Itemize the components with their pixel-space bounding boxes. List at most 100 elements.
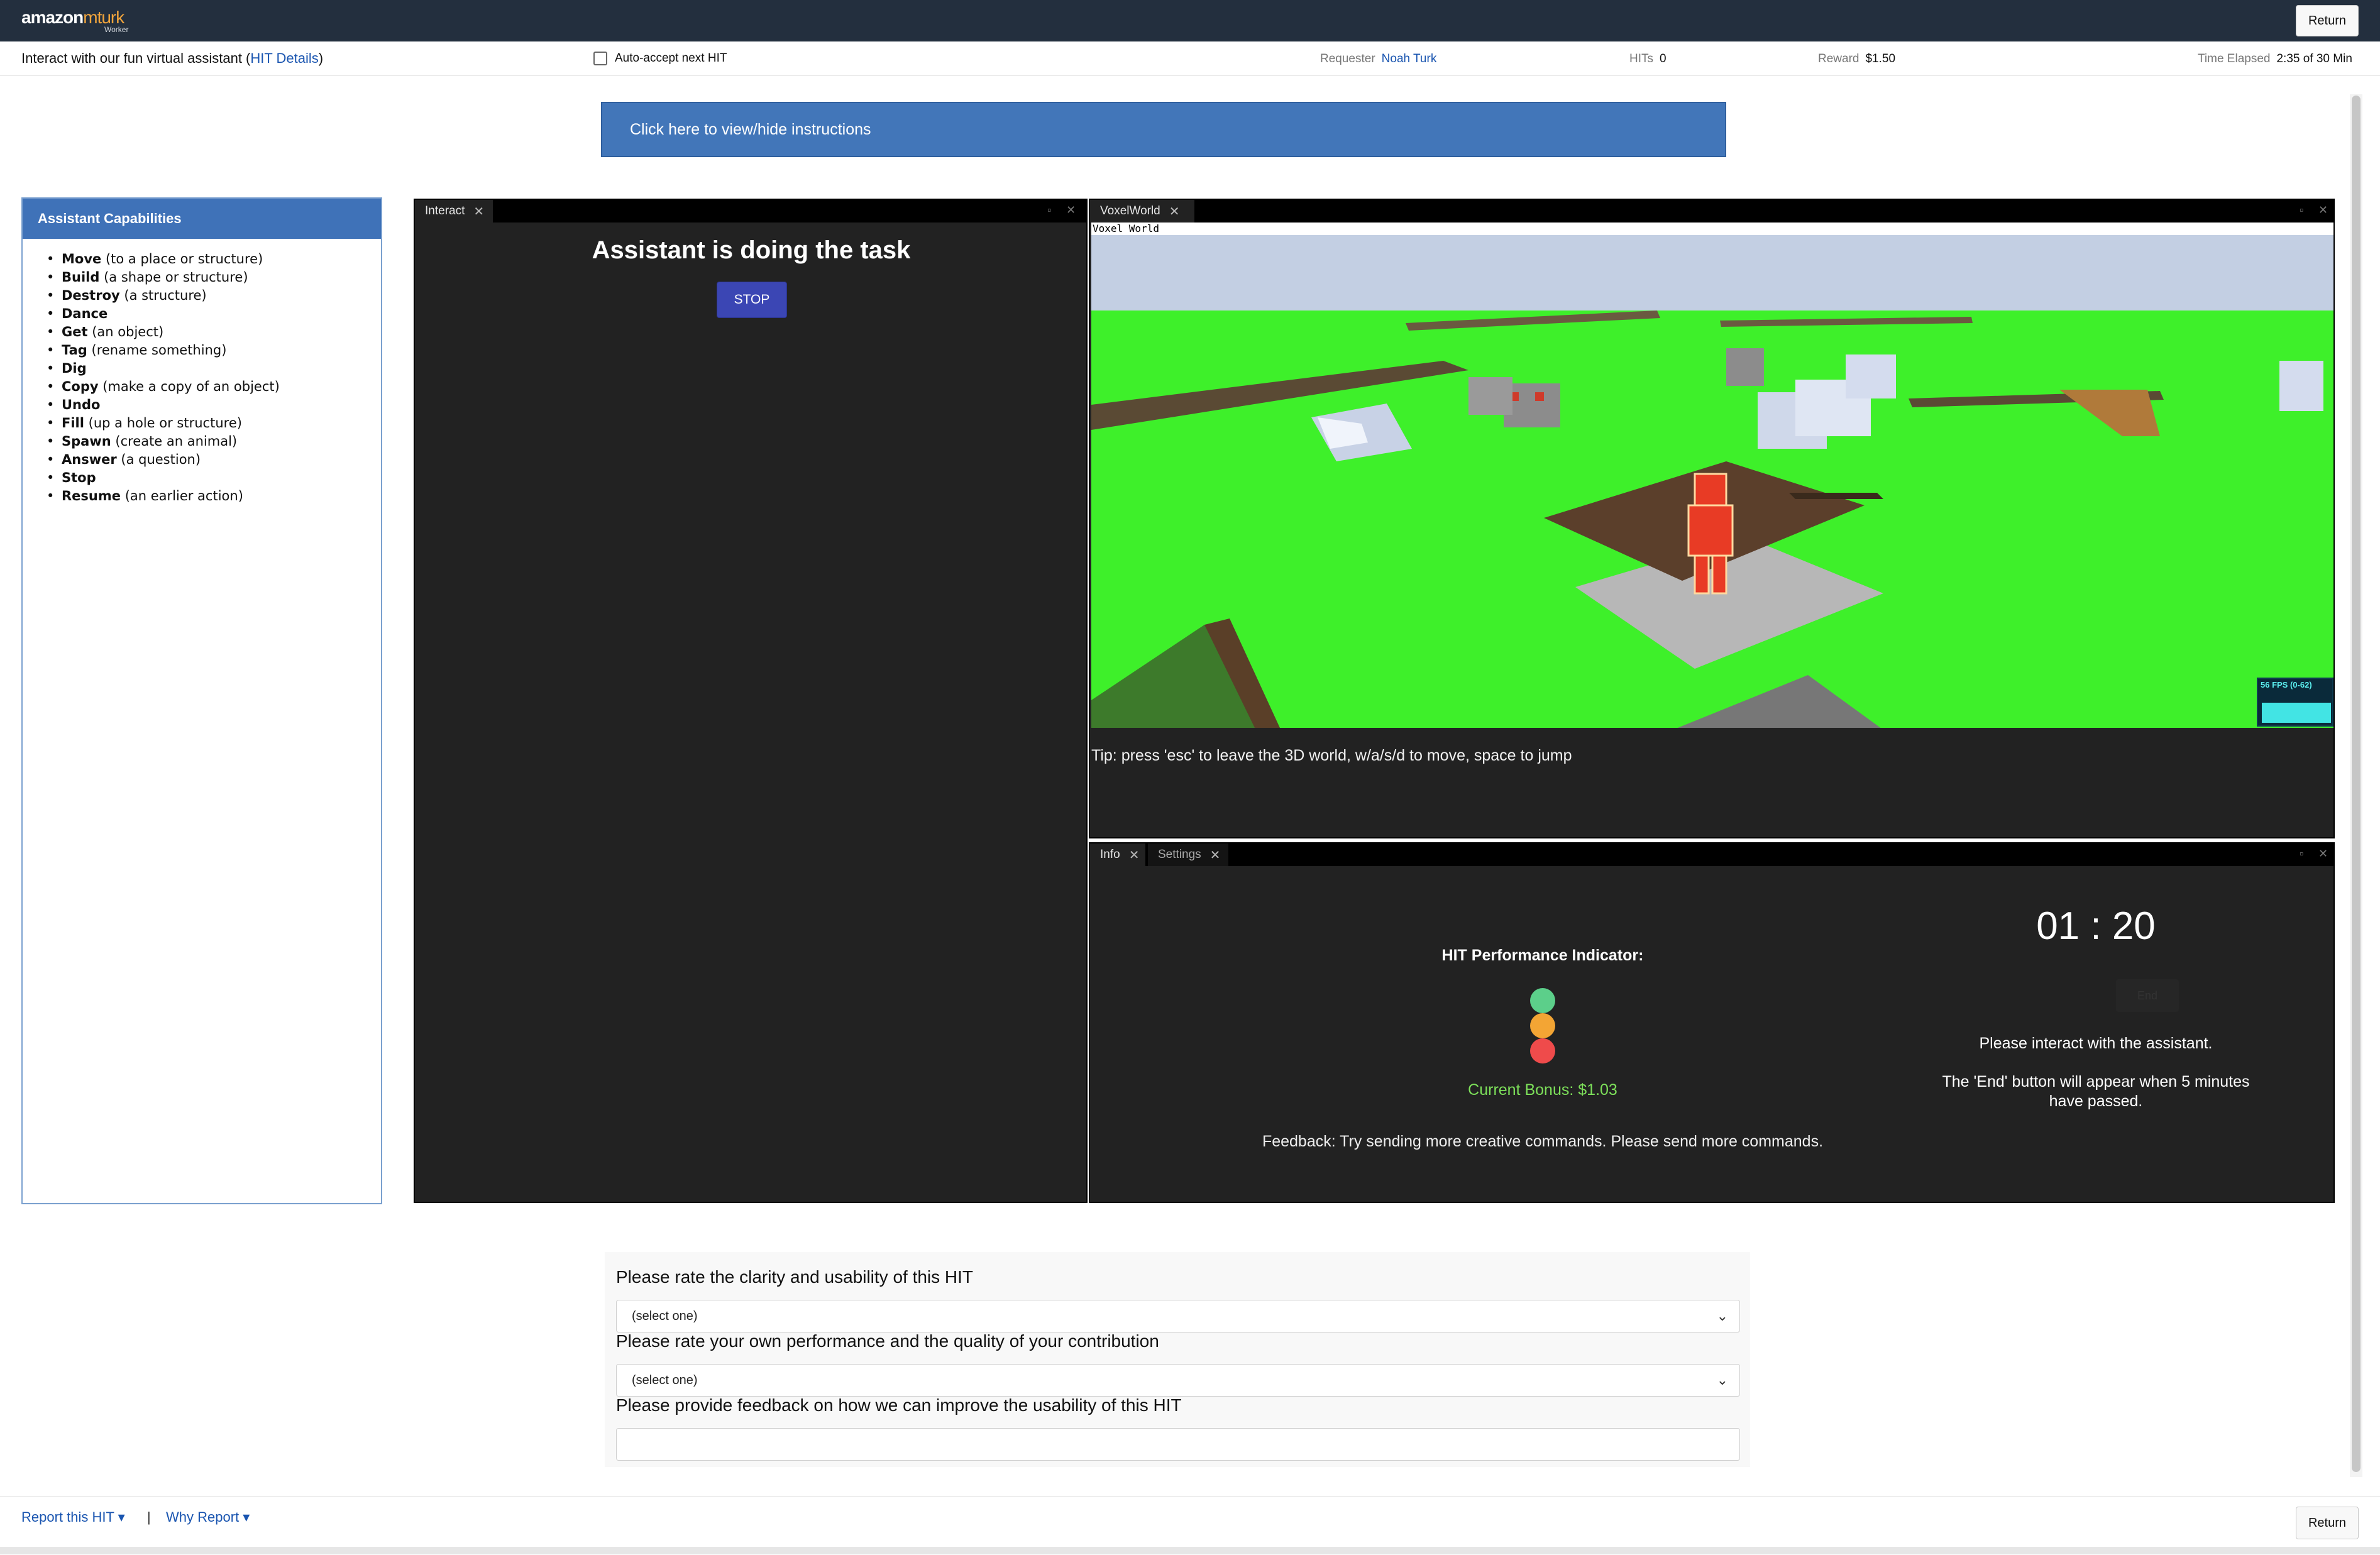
footer-separator: | bbox=[147, 1509, 151, 1525]
list-item: Stop bbox=[41, 469, 280, 487]
list-item: Copy (make a copy of an object) bbox=[41, 378, 280, 396]
countdown-timer: 01 : 20 bbox=[2036, 904, 2156, 948]
tab-voxelworld[interactable]: VoxelWorld ✕ bbox=[1090, 200, 1194, 223]
interact-tabstrip: Interact ✕ ▫ ✕ bbox=[415, 200, 1086, 223]
maximize-icon[interactable]: ▫ bbox=[1047, 204, 1051, 217]
survey-question-performance: Please rate your own performance and the… bbox=[616, 1331, 1159, 1351]
performance-rating-select[interactable]: (select one) ⌄ bbox=[616, 1364, 1740, 1397]
hit-title-text: Interact with our fun virtual assistant … bbox=[21, 50, 251, 66]
tab-info-label: Info bbox=[1100, 848, 1120, 861]
assistant-capabilities-panel: Assistant Capabilities Move (to a place … bbox=[21, 197, 382, 1204]
tab-interact-label: Interact bbox=[425, 204, 465, 217]
hits-value: 0 bbox=[1660, 52, 1667, 65]
reward-info: Reward $1.50 bbox=[1818, 52, 1895, 66]
chevron-down-icon: ⌄ bbox=[1716, 1308, 1728, 1324]
performance-rating-value: (select one) bbox=[632, 1373, 698, 1387]
voxel-world-canvas[interactable] bbox=[1091, 235, 2333, 728]
auto-accept-label: Auto-accept next HIT bbox=[615, 52, 727, 65]
close-icon[interactable]: ✕ bbox=[1210, 847, 1221, 863]
list-item: Destroy (a structure) bbox=[41, 287, 280, 305]
hit-details-link[interactable]: HIT Details bbox=[250, 50, 318, 66]
tab-interact[interactable]: Interact ✕ bbox=[415, 200, 493, 223]
tab-voxelworld-label: VoxelWorld bbox=[1100, 204, 1160, 217]
list-item: Resume (an earlier action) bbox=[41, 487, 280, 505]
tab-settings[interactable]: Settings ✕ bbox=[1148, 843, 1228, 866]
footer-bar: Report this HIT ▾ | Why Report ▾ Return bbox=[0, 1496, 2380, 1555]
list-item: Build (a shape or structure) bbox=[41, 268, 280, 287]
stop-button[interactable]: STOP bbox=[717, 282, 787, 318]
list-item: Move (to a place or structure) bbox=[41, 250, 280, 268]
report-hit-link[interactable]: Report this HIT ▾ bbox=[21, 1509, 125, 1525]
voxel-scene-svg bbox=[1091, 235, 2333, 728]
chevron-down-icon: ⌄ bbox=[1716, 1372, 1728, 1388]
requester-info: Requester Noah Turk bbox=[1320, 52, 1436, 66]
interact-message: Please interact with the assistant. bbox=[1979, 1035, 2213, 1052]
survey-question-feedback: Please provide feedback on how we can im… bbox=[616, 1395, 1182, 1415]
interact-panel: Interact ✕ ▫ ✕ Assistant is doing the tas… bbox=[414, 199, 1088, 1203]
close-icon[interactable]: ✕ bbox=[1129, 847, 1140, 863]
fps-label: 56 FPS (0-62) bbox=[2261, 680, 2312, 690]
indicator-green-light bbox=[1530, 988, 1555, 1013]
tab-settings-label: Settings bbox=[1158, 848, 1201, 861]
list-item: Dance bbox=[41, 305, 280, 323]
auto-accept-toggle[interactable]: Auto-accept next HIT bbox=[593, 52, 727, 65]
capabilities-list: Move (to a place or structure) Build (a … bbox=[41, 250, 280, 505]
traffic-light-indicator bbox=[1530, 988, 1555, 1063]
capabilities-header: Assistant Capabilities bbox=[23, 199, 381, 239]
return-button-bottom[interactable]: Return bbox=[2296, 1507, 2359, 1539]
hits-label: HITs bbox=[1629, 52, 1653, 65]
clarity-rating-select[interactable]: (select one) ⌄ bbox=[616, 1300, 1740, 1332]
return-button-top[interactable]: Return bbox=[2296, 5, 2359, 36]
voxel-world-panel: VoxelWorld ✕ ▫ ✕ Voxel World 56 FPS (0-6… bbox=[1089, 199, 2335, 838]
requester-label: Requester bbox=[1320, 52, 1375, 65]
list-item: Tag (rename something) bbox=[41, 341, 280, 360]
close-icon[interactable]: ✕ bbox=[2318, 847, 2328, 860]
survey-question-clarity: Please rate the clarity and usability of… bbox=[616, 1267, 974, 1287]
reward-value: $1.50 bbox=[1865, 52, 1896, 65]
end-button[interactable]: End bbox=[2116, 979, 2179, 1012]
feedback-input[interactable] bbox=[616, 1428, 1740, 1461]
info-panel: Info ✕ Settings ✕ ▫ ✕ HIT Performance Indi… bbox=[1089, 842, 2335, 1203]
hits-info: HITs 0 bbox=[1629, 52, 1667, 66]
voxel-canvas-label: Voxel World bbox=[1091, 223, 2333, 235]
fps-graph bbox=[2262, 703, 2331, 723]
list-item: Dig bbox=[41, 360, 280, 378]
close-icon[interactable]: ✕ bbox=[473, 204, 484, 219]
requester-link[interactable]: Noah Turk bbox=[1382, 52, 1437, 65]
bottom-edge bbox=[0, 1547, 2380, 1554]
close-icon[interactable]: ✕ bbox=[1066, 204, 1076, 217]
time-elapsed-label: Time Elapsed bbox=[2198, 52, 2271, 65]
list-item: Get (an object) bbox=[41, 323, 280, 341]
mturk-logo: amazonmturk Worker bbox=[21, 8, 128, 34]
end-button-note: The 'End' button will appear when 5 minu… bbox=[1942, 1073, 2250, 1110]
current-bonus: Current Bonus: $1.03 bbox=[1468, 1081, 1617, 1099]
indicator-red-light bbox=[1530, 1038, 1555, 1063]
logo-product: mturk bbox=[83, 8, 124, 27]
maximize-icon[interactable]: ▫ bbox=[2300, 847, 2303, 860]
why-report-link[interactable]: Why Report ▾ bbox=[166, 1509, 250, 1525]
list-item: Undo bbox=[41, 396, 280, 414]
hit-title-suffix: ) bbox=[318, 50, 324, 66]
time-elapsed-info: Time Elapsed 2:35 of 30 Min bbox=[2198, 52, 2352, 66]
survey-section: Please rate the clarity and usability of… bbox=[605, 1252, 1750, 1467]
scrollbar-thumb[interactable] bbox=[2352, 96, 2361, 1472]
fps-meter: 56 FPS (0-62) bbox=[2257, 678, 2333, 727]
top-navbar: amazonmturk Worker Return bbox=[0, 0, 2380, 41]
performance-indicator-title: HIT Performance Indicator: bbox=[1441, 947, 1644, 964]
indicator-orange-light bbox=[1530, 1013, 1555, 1038]
tab-info[interactable]: Info ✕ bbox=[1090, 843, 1145, 866]
close-icon[interactable]: ✕ bbox=[2318, 204, 2328, 217]
instructions-toggle-button[interactable]: Click here to view/hide instructions bbox=[601, 102, 1726, 157]
feedback-text: Feedback: Try sending more creative comm… bbox=[1262, 1133, 1824, 1150]
assistant-status-text: Assistant is doing the task bbox=[592, 236, 911, 264]
list-item: Spawn (create an animal) bbox=[41, 432, 280, 451]
clarity-rating-value: (select one) bbox=[632, 1309, 698, 1323]
close-icon[interactable]: ✕ bbox=[1169, 204, 1180, 219]
hit-info-bar: Interact with our fun virtual assistant … bbox=[0, 41, 2380, 76]
maximize-icon[interactable]: ▫ bbox=[2300, 204, 2303, 217]
hit-title: Interact with our fun virtual assistant … bbox=[21, 50, 323, 67]
auto-accept-checkbox[interactable] bbox=[593, 52, 607, 65]
logo-brand: amazon bbox=[21, 8, 84, 27]
logo-subtitle: Worker bbox=[104, 25, 129, 34]
list-item: Answer (a question) bbox=[41, 451, 280, 469]
